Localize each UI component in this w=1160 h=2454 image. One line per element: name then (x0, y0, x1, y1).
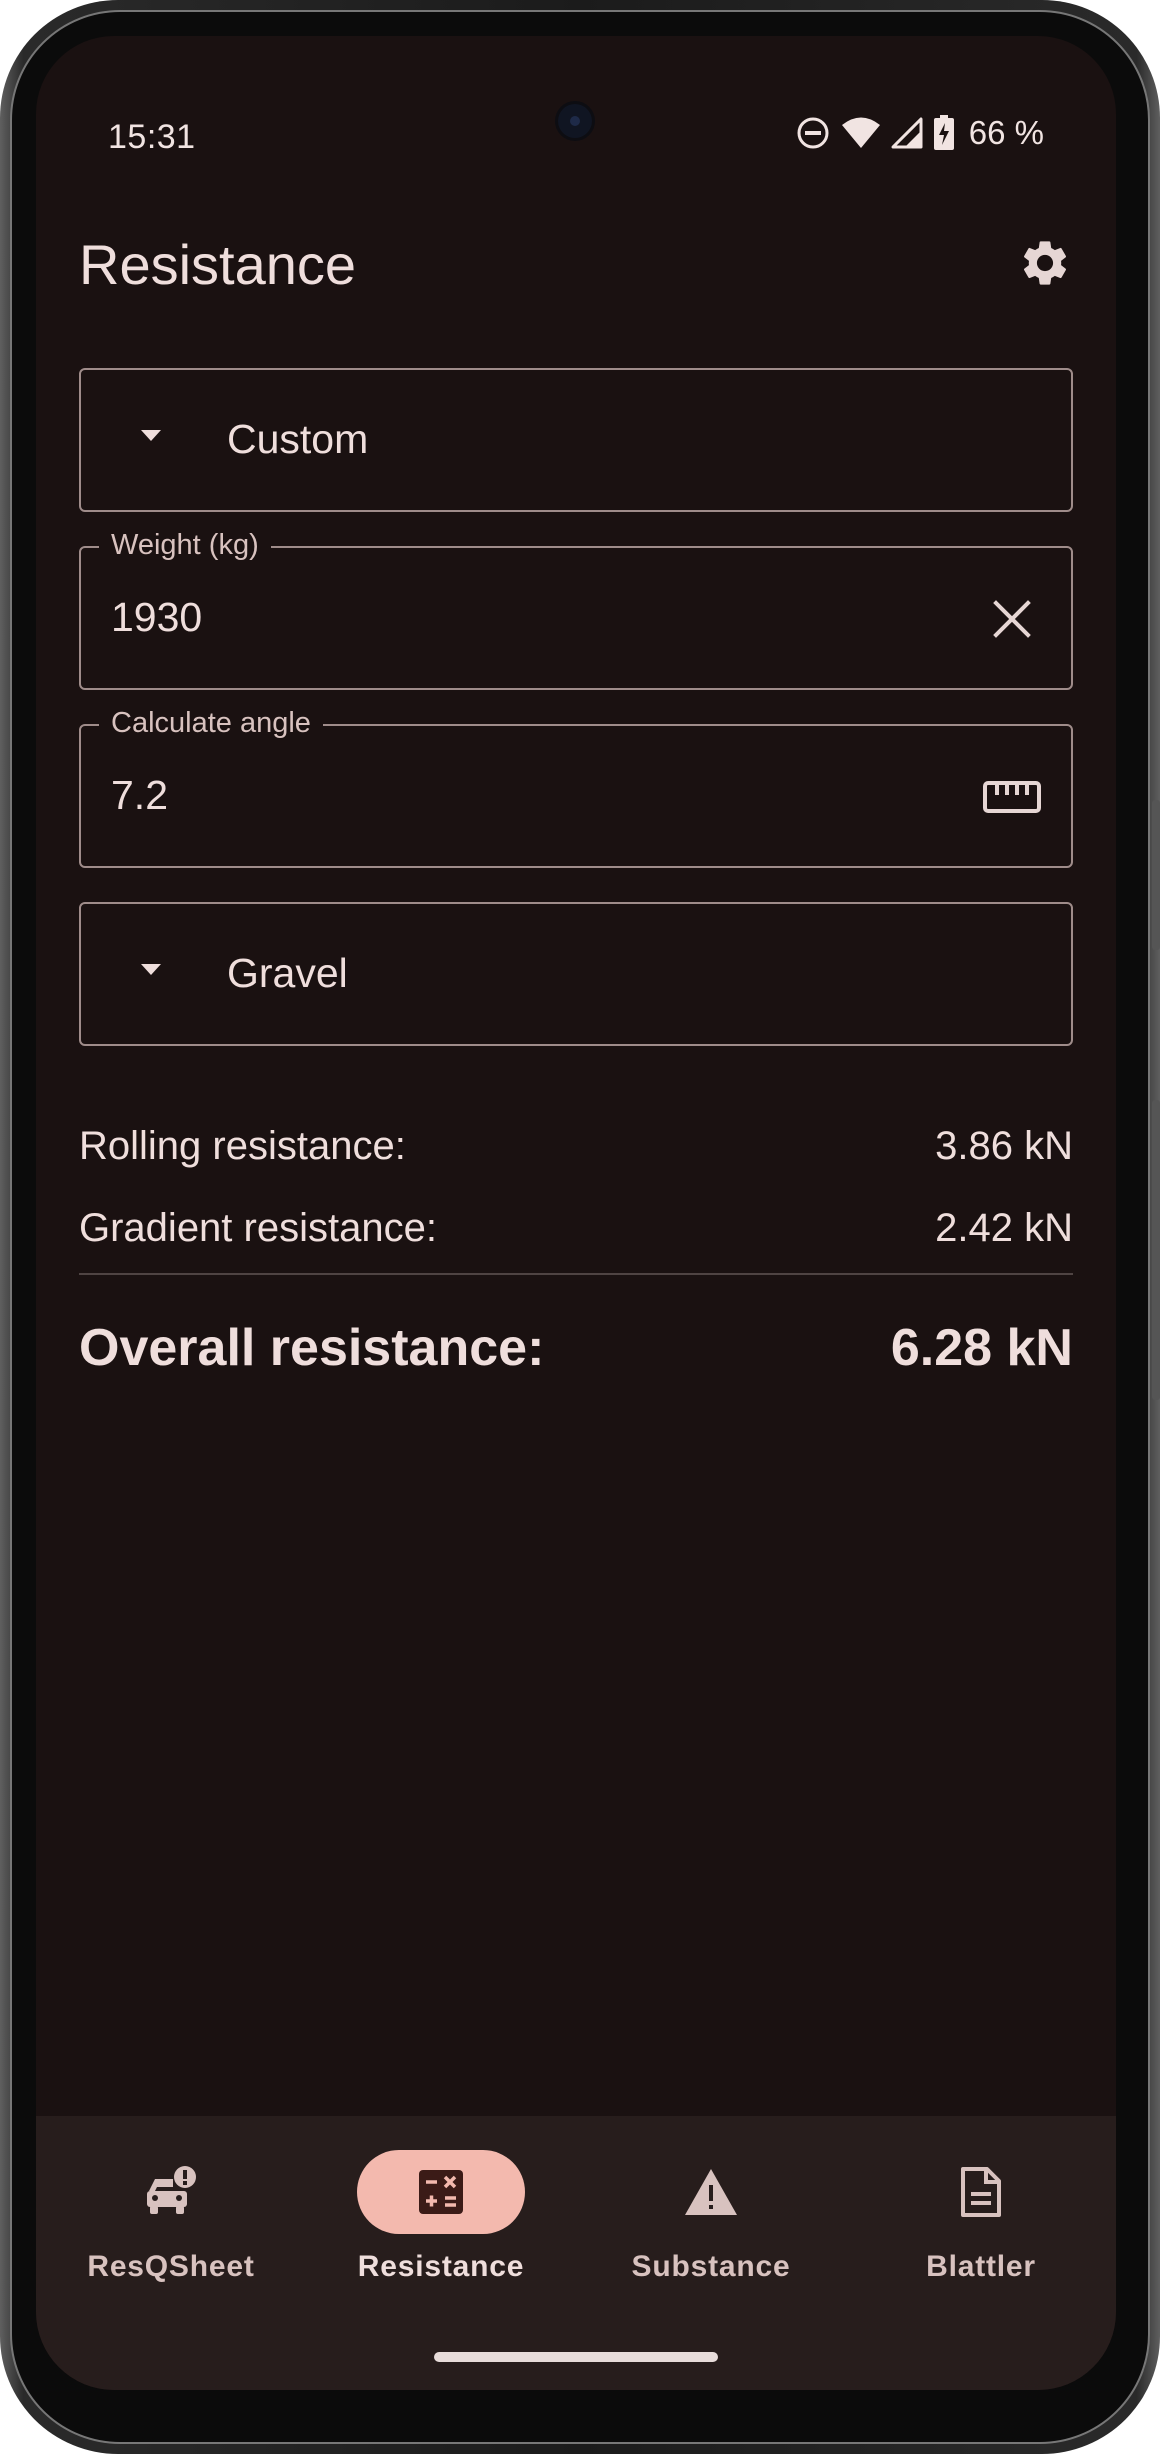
nav-item-substance[interactable]: Substance (576, 2116, 846, 2316)
gear-icon (1023, 241, 1067, 285)
status-icons: 66 % (795, 114, 1044, 152)
power-button (1152, 1100, 1160, 1400)
volume-button (1152, 800, 1160, 950)
app-screen: 15:31 66 % Resistance Custom Weight (kg)… (36, 36, 1116, 2390)
status-time: 15:31 (108, 118, 196, 156)
phone-frame: 15:31 66 % Resistance Custom Weight (kg)… (0, 0, 1160, 2454)
nav-label: Substance (631, 2250, 791, 2283)
nav-indicator (897, 2150, 1065, 2234)
weight-label: Weight (kg) (99, 529, 271, 562)
rolling-resistance-value: 3.86 kN (935, 1124, 1073, 1168)
battery-percentage: 66 % (968, 114, 1044, 151)
gradient-resistance-value: 2.42 kN (935, 1206, 1073, 1250)
page-title: Resistance (79, 233, 357, 296)
dropdown-arrow-icon (141, 430, 161, 441)
angle-field[interactable]: Calculate angle 7.2 (79, 707, 1073, 868)
warning-icon (685, 2169, 737, 2215)
rolling-resistance-label: Rolling resistance: (79, 1124, 406, 1168)
nav-label: Blattler (926, 2250, 1036, 2283)
nav-indicator (627, 2150, 795, 2234)
nav-label: Resistance (357, 2250, 525, 2283)
angle-label: Calculate angle (99, 707, 323, 740)
nav-item-resqsheet[interactable]: ResQSheet (36, 2116, 306, 2316)
car-alert-icon (147, 2166, 196, 2214)
weight-field[interactable]: Weight (kg) 1930 (79, 529, 1073, 690)
results-divider (79, 1273, 1073, 1275)
dropdown-arrow-icon (141, 964, 161, 975)
nav-item-blattler[interactable]: Blattler (846, 2116, 1116, 2316)
cell-signal-icon (891, 117, 923, 149)
surface-value: Gravel (227, 950, 348, 996)
calculator-icon (419, 2170, 463, 2214)
clear-weight-button[interactable] (977, 584, 1047, 654)
nav-label: ResQSheet (87, 2250, 255, 2283)
gradient-resistance-label: Gradient resistance: (79, 1206, 437, 1250)
do-not-disturb-icon (797, 117, 829, 149)
weight-value[interactable]: 1930 (111, 594, 202, 641)
wifi-icon (841, 117, 880, 148)
document-icon (961, 2167, 1001, 2217)
gradient-resistance-row: Gradient resistance: 2.42 kN (79, 1206, 1073, 1251)
bottom-navigation: ResQSheet Resistance Substance Blattler (36, 2116, 1116, 2390)
ruler-icon (983, 781, 1041, 813)
angle-value[interactable]: 7.2 (111, 772, 168, 819)
nav-indicator (87, 2150, 255, 2234)
vehicle-type-value: Custom (227, 416, 369, 462)
settings-button[interactable] (1010, 228, 1080, 298)
close-icon (993, 600, 1031, 638)
vehicle-type-dropdown[interactable]: Custom (79, 368, 1073, 512)
front-camera (558, 104, 592, 138)
surface-dropdown[interactable]: Gravel (79, 902, 1073, 1046)
nav-indicator-active (357, 2150, 525, 2234)
battery-charging-icon (933, 115, 954, 150)
overall-resistance-label: Overall resistance: (79, 1319, 545, 1377)
overall-resistance-value: 6.28 kN (890, 1319, 1073, 1377)
nav-item-resistance[interactable]: Resistance (306, 2116, 576, 2316)
overall-resistance-row: Overall resistance: 6.28 kN (79, 1318, 1073, 1378)
home-indicator[interactable] (434, 2352, 718, 2362)
measure-angle-button[interactable] (977, 762, 1047, 832)
rolling-resistance-row: Rolling resistance: 3.86 kN (79, 1124, 1073, 1169)
